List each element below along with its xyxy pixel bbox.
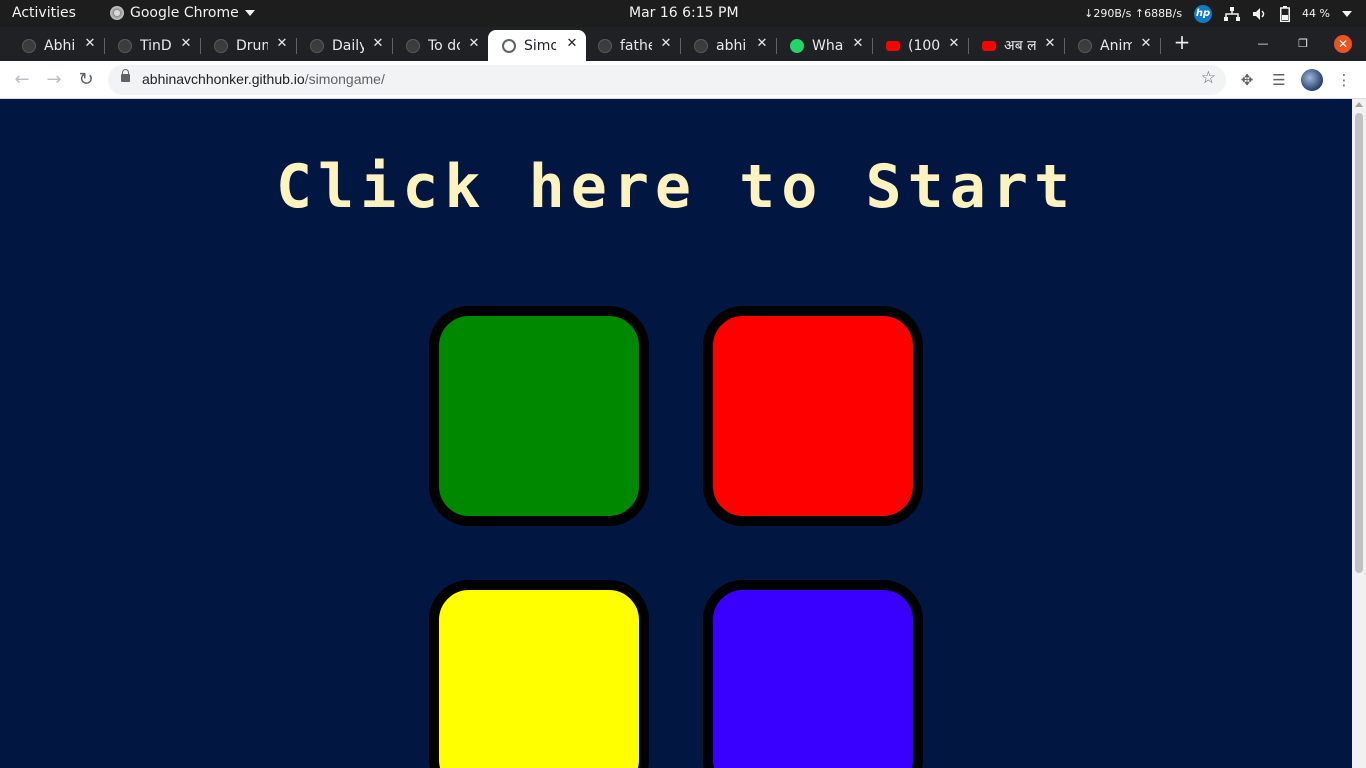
tab[interactable]: To do ✕ [384,30,488,61]
battery-level: 44 % [1302,7,1330,20]
bookmark-star-icon[interactable]: ☆ [1201,68,1216,88]
simon-game-page: Click here to Start [0,99,1352,768]
tab-title: Anim [1100,37,1132,54]
app-name: Google Chrome [130,5,239,21]
scroll-up-arrow-icon[interactable] [1355,102,1363,107]
media-control-icon[interactable]: ☰ [1269,70,1289,90]
globe-icon [406,38,420,53]
tab[interactable]: Drum✕ [192,30,297,61]
hp-icon[interactable]: hp [1194,4,1213,23]
yellow-button[interactable] [429,580,649,768]
tab[interactable]: Anim ✕ [1056,30,1161,61]
level-title[interactable]: Click here to Start [0,157,1352,217]
profile-avatar[interactable] [1301,69,1323,91]
lock-icon[interactable] [121,69,130,82]
globe-icon [598,38,612,53]
tab-title: To do [428,37,460,54]
globe-icon [502,38,516,53]
chrome-icon [110,6,124,20]
youtube-icon [982,40,996,51]
url-domain: abhinavchhonker.github.io [142,71,305,87]
app-menu[interactable]: Google Chrome [110,5,255,21]
extensions-puzzle-icon[interactable]: ✥ [1237,70,1257,90]
tab[interactable]: abhi ✕ [672,30,777,61]
tab-title: TinD [140,37,172,54]
tab-strip: Abhi✕ TinD✕ Drum✕ Daily✕ To do✕ Simo✕ fa… [0,27,1366,61]
chevron-down-icon [244,10,255,16]
tab-title: What [812,37,844,54]
close-window-button[interactable]: ✕ [1334,35,1352,53]
tab-title: (100) [908,37,940,54]
whatsapp-icon [790,38,804,53]
network-icon [1224,6,1241,21]
tab-title: Abhi [44,37,76,54]
forward-button[interactable]: → [42,68,66,92]
activities-button[interactable]: Activities [12,5,76,21]
battery-icon [1280,5,1291,22]
tab[interactable]: TinD ✕ [96,30,201,61]
red-button[interactable] [703,306,923,526]
tab[interactable]: अब ला ✕ [960,30,1065,61]
system-tray[interactable]: ↓290B/s ↑688B/s hp 44 % [1084,0,1352,27]
tab[interactable]: Abhi ✕ [0,30,105,61]
tab-title: अब ला [1004,38,1036,54]
tab[interactable]: (100)✕ [864,30,969,61]
scrollbar-thumb[interactable] [1355,113,1363,573]
globe-icon [22,38,36,53]
menu-kebab-icon[interactable]: ⋮ [1334,70,1354,90]
tab[interactable]: What✕ [768,30,873,61]
url-path: /simongame/ [304,71,385,87]
youtube-icon [886,40,900,51]
url-text[interactable]: abhinavchhonker.github.io/simongame/ [142,71,385,87]
blue-button[interactable] [703,580,923,768]
globe-icon [1078,38,1092,53]
back-button[interactable]: ← [10,68,34,92]
tab-title: Simo [524,37,556,54]
system-top-bar: Activities Google Chrome Mar 16 6:15 PM … [0,0,1366,27]
tab[interactable]: Daily ✕ [288,30,393,61]
globe-icon [214,38,228,53]
reload-button[interactable]: ↻ [74,68,98,92]
globe-icon [118,38,132,53]
globe-icon [694,38,708,53]
chevron-down-icon [1342,10,1352,17]
browser-toolbar: ← → ↻ abhinavchhonker.github.io/simongam… [0,61,1366,99]
globe-icon [310,38,324,53]
clock[interactable]: Mar 16 6:15 PM [629,5,739,21]
address-bar[interactable]: abhinavchhonker.github.io/simongame/ ☆ [108,65,1226,95]
close-icon[interactable]: ✕ [466,36,482,52]
tab-simon-game-active[interactable]: Simo ✕ [488,30,586,61]
tab-title: Drum [236,37,268,54]
volume-icon [1253,7,1265,20]
page-scrollbar[interactable] [1352,99,1366,768]
tab[interactable]: fathe✕ [576,30,681,61]
tab-title: fathe [620,37,652,54]
restore-button[interactable]: ❐ [1294,35,1312,53]
new-tab-button[interactable]: + [1172,32,1192,52]
tab-title: abhi [716,37,747,54]
green-button[interactable] [429,306,649,526]
close-icon[interactable]: ✕ [1138,36,1154,52]
network-speed: ↓290B/s ↑688B/s [1084,7,1183,20]
tab-title: Daily [332,37,364,54]
minimize-button[interactable]: — [1254,35,1272,53]
